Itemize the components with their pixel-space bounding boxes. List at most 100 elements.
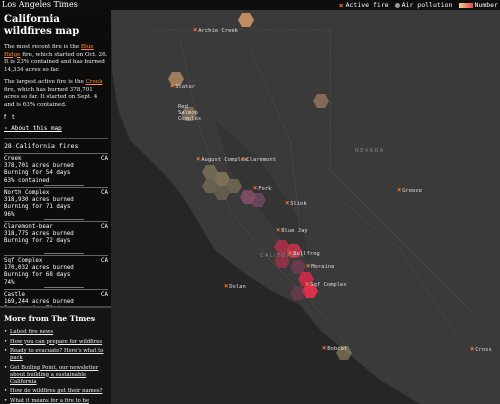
intro-text: The most recent fire is the [4, 44, 81, 50]
fire-x-icon: × [397, 186, 402, 194]
facebook-icon[interactable]: f [4, 114, 6, 121]
place-label: Slink [290, 200, 307, 207]
place-label: Sqf Complex [310, 281, 347, 288]
brand-logo[interactable]: Los Angeles Times [2, 0, 78, 10]
fire-days: Burning for 68 days [4, 272, 71, 279]
fire-name: Sqf Complex [4, 258, 43, 264]
place-label: Blue Jay [281, 227, 308, 234]
legend-label: Air pollution [401, 1, 453, 9]
fire-marker-fork[interactable]: × Fork [253, 185, 271, 192]
intro-paragraph-largest: The largest active fire is the Creek fir… [4, 79, 108, 109]
fire-days: Burning for 72 days [4, 238, 71, 245]
fire-name: Castle [4, 292, 25, 298]
fire-x-icon: × [322, 344, 327, 352]
page-title: California wildfires map [4, 14, 80, 37]
fire-state: CA [101, 292, 108, 298]
fire-marker-slink[interactable]: × Slink [285, 200, 307, 207]
top-bar: Los Angeles Times × Active fire Air poll… [0, 0, 500, 10]
fire-name: North Complex [4, 190, 50, 196]
fire-card[interactable]: Creek CA 378,701 acres burned Burning for 5… [4, 153, 108, 187]
fire-marker-bullfrog[interactable]: × Bullfrog [288, 250, 320, 257]
place-label: Cross [475, 346, 492, 353]
fire-x-icon: × [470, 345, 475, 353]
place-label: Slater [175, 83, 196, 90]
fire-x-icon: × [285, 199, 290, 207]
fire-card[interactable]: Claremont-bear CA 318,775 acres burned Burn… [4, 221, 108, 255]
card-divider [44, 253, 84, 254]
fire-card[interactable]: North Complex CA 318,930 acres burned Burni… [4, 187, 108, 221]
more-link[interactable]: Ready to evacuate? Here's what to pack [4, 348, 108, 362]
map-legend: × Active fire Air pollution Number [339, 0, 498, 10]
more-link[interactable]: Latest fire news [4, 329, 108, 336]
more-link[interactable]: What it means for a fire to be contained [4, 398, 108, 404]
fire-acres: 378,701 acres burned [4, 163, 74, 170]
place-label: Fork [258, 185, 272, 192]
region-label-nevada: NEVADA [355, 148, 385, 154]
more-title: More from The Times [4, 314, 96, 323]
fire-acres: 170,032 acres burned [4, 265, 74, 272]
fire-marker-moraine[interactable]: × Moraine [306, 263, 334, 270]
fire-x-icon: × [305, 280, 310, 288]
legend-air-pollution: Air pollution [394, 1, 453, 9]
fire-marker-claremont[interactable]: × Claremont [241, 156, 276, 163]
fire-marker-sqf-complex[interactable]: × Sqf Complex [305, 281, 347, 288]
intro-paragraph-recent: The most recent fire is the Blue Ridge f… [4, 44, 108, 74]
gradient-icon [458, 2, 473, 8]
about-map-link[interactable]: › About this map [4, 125, 108, 132]
fire-days: Burning for 54 days [4, 170, 71, 177]
more-link[interactable]: How you can prepare for wildfires [4, 339, 108, 346]
legend-label: Number [474, 1, 498, 9]
dot-icon [394, 2, 400, 8]
fire-x-icon: × [288, 249, 293, 257]
place-label: Dolan [229, 283, 246, 290]
fire-link-creek[interactable]: Creek [86, 79, 103, 85]
fire-x-icon: × [276, 226, 281, 234]
fire-contained: 63% contained [4, 177, 50, 184]
fire-x-icon: × [193, 26, 198, 34]
fire-days: Burning for 71 days [4, 204, 71, 211]
more-links-list: Latest fire news How you can prepare for … [4, 329, 108, 404]
more-link[interactable]: How do wildfires get their names? [4, 388, 108, 395]
card-divider [44, 185, 84, 186]
fire-x-icon: × [224, 282, 229, 290]
fire-contained: 96% [4, 211, 15, 218]
place-label: Moraine [311, 263, 335, 270]
fire-marker-blue-jay[interactable]: × Blue Jay [276, 227, 308, 234]
fire-card[interactable]: Sqf Complex CA 170,032 acres burned Burning… [4, 255, 108, 289]
intro-text: fire, which has burned 378,701 acres so … [4, 86, 98, 108]
card-divider [44, 219, 84, 220]
fire-marker-bobcat[interactable]: × Bobcat [322, 345, 347, 352]
fire-state: CA [101, 258, 108, 264]
fire-x-icon: × [306, 262, 311, 270]
fire-x-icon: × [253, 184, 258, 192]
place-label: Bullfrog [293, 250, 320, 257]
fire-marker-august-complex[interactable]: × August Complex [196, 156, 248, 163]
intro-text: fire, which started on Oct. 26. It is 23… [4, 51, 108, 73]
twitter-icon[interactable]: t [12, 114, 14, 121]
fire-state: CA [101, 190, 108, 196]
place-label: Greece [402, 187, 423, 194]
place-label: Archie Creek [198, 27, 238, 34]
social-links: f t [4, 114, 108, 121]
x-icon: × [338, 0, 344, 10]
fire-contained: 74% [4, 279, 15, 286]
fire-marker-archie-creek[interactable]: × Archie Creek [193, 27, 238, 34]
fire-marker-greece[interactable]: × Greece [397, 187, 422, 194]
place-label: Claremont [246, 156, 277, 163]
fire-marker-slater[interactable]: × Slater [170, 83, 195, 90]
intro-text: The largest active fire is the [4, 79, 86, 85]
fire-marker-cross[interactable]: × Cross [470, 346, 492, 353]
fire-x-icon: × [170, 82, 175, 90]
legend-active-fire: × Active fire [339, 1, 389, 10]
fire-marker-dolan[interactable]: × Dolan [224, 283, 246, 290]
card-divider [44, 287, 84, 288]
place-label: Bobcat [327, 345, 348, 352]
fire-x-icon: × [241, 155, 246, 163]
fire-acres: 318,775 acres burned [4, 231, 74, 238]
fire-x-icon: × [196, 155, 201, 163]
fire-marker-red-salmon[interactable]: Red Salmon Complex [178, 104, 208, 122]
fire-state: CA [101, 156, 108, 162]
legend-number: Number [458, 1, 498, 9]
legend-label: Active fire [345, 1, 389, 9]
more-link[interactable]: Get Boiling Point, our newsletter about … [4, 365, 108, 386]
